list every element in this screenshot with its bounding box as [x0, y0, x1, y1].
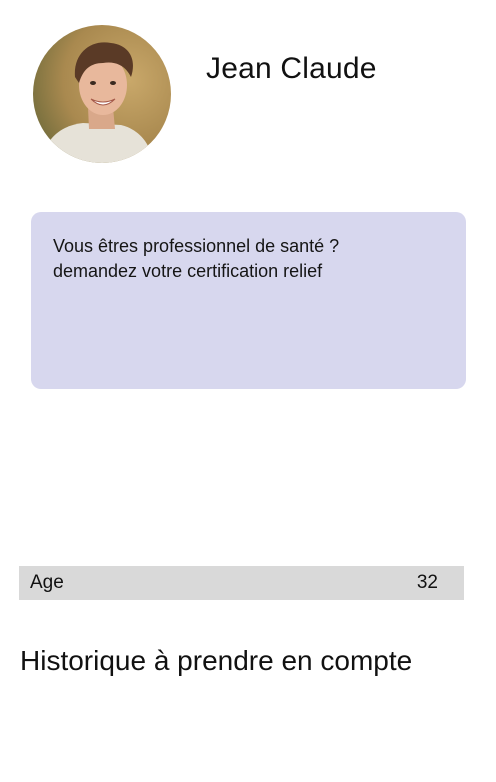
certification-card[interactable]: Vous êtres professionnel de santé ? dema…: [31, 212, 466, 389]
age-row: Age 32: [19, 566, 464, 600]
avatar[interactable]: [33, 25, 171, 163]
age-value: 32: [416, 572, 438, 593]
profile-name: Jean Claude: [206, 52, 377, 85]
profile-photo-icon: [33, 25, 171, 163]
certification-text-line-1: Vous êtres professionnel de santé ?: [53, 236, 340, 256]
age-label: Age: [30, 572, 64, 593]
history-section-title: Historique à prendre en compte: [20, 645, 413, 676]
profile-page: Jean Claude Vous êtres professionnel de …: [0, 0, 496, 782]
certification-text-line-2: demandez votre certification relief: [53, 261, 323, 281]
